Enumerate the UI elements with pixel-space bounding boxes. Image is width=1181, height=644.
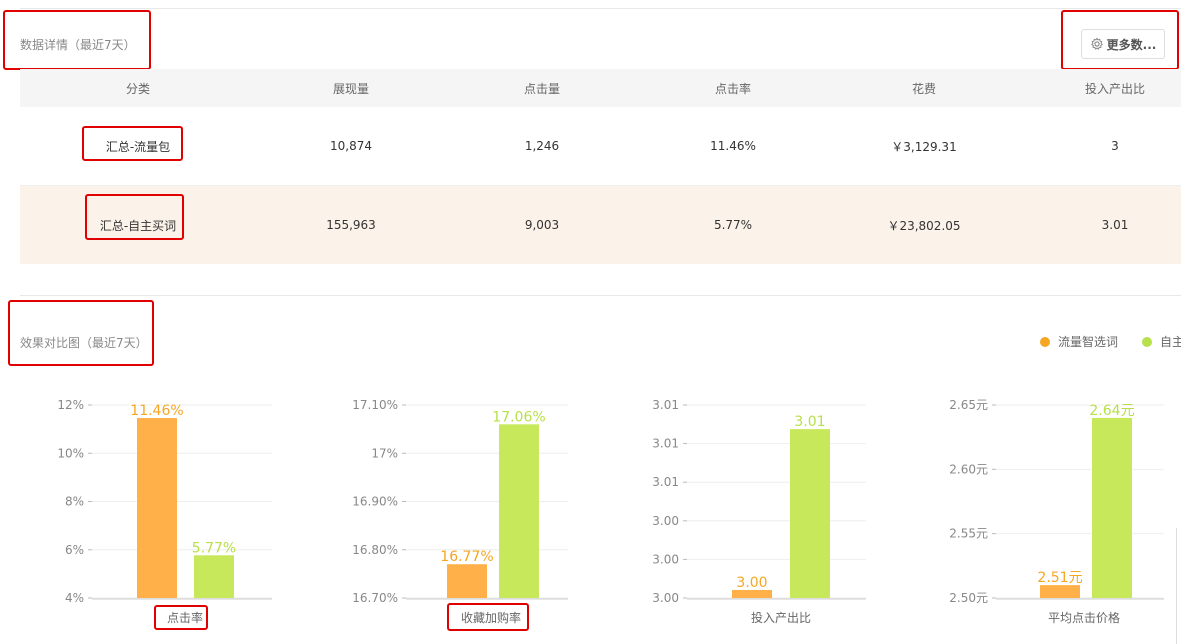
chart-data-label-orange: 3.00 xyxy=(736,575,767,591)
chart-y-tick-label: 16.70% xyxy=(352,591,398,605)
chart-bar-orange xyxy=(137,418,177,598)
chart-y-tick-label: 4% xyxy=(65,591,84,605)
chart-x-label: 投入产出比 xyxy=(751,610,811,625)
chart-bar-green xyxy=(790,429,830,598)
chart-data-label-green: 5.77% xyxy=(192,540,236,556)
chart-y-tick-label: 3.00 xyxy=(652,514,679,528)
chart-y-tick-label: 12% xyxy=(57,398,84,412)
chart-y-tick-label: 17.10% xyxy=(352,398,398,412)
chart-y-tick-label: 2.55元 xyxy=(949,527,988,541)
chart-y-tick-label: 3.01 xyxy=(652,437,679,451)
chart-y-tick-label: 10% xyxy=(57,446,84,460)
chart-y-tick-label: 16.90% xyxy=(352,495,398,509)
chart-bar-green xyxy=(1092,417,1132,598)
chart-x-label: 收藏加购率 xyxy=(461,610,521,625)
right-edge-panel xyxy=(1176,528,1181,644)
chart-y-tick-label: 17% xyxy=(371,446,398,460)
chart-data-label-green: 17.06% xyxy=(492,409,545,425)
chart-data-label-green: 2.64元 xyxy=(1089,403,1134,419)
chart-bar-green xyxy=(499,424,539,598)
chart-y-tick-label: 2.60元 xyxy=(949,462,988,476)
chart-bar-orange xyxy=(1040,585,1080,598)
chart-y-tick-label: 3.01 xyxy=(652,475,679,489)
chart-y-tick-label: 3.01 xyxy=(652,398,679,412)
chart-bar-green xyxy=(194,555,234,598)
chart-data-label-orange: 16.77% xyxy=(440,549,493,565)
chart-bar-orange xyxy=(447,564,487,598)
chart-y-tick-label: 2.65元 xyxy=(949,398,988,412)
chart-y-tick-label: 6% xyxy=(65,543,84,557)
chart-y-tick-label: 3.00 xyxy=(652,552,679,566)
chart-y-tick-label: 2.50元 xyxy=(949,591,988,605)
chart-y-tick-label: 3.00 xyxy=(652,591,679,605)
chart-bar-orange xyxy=(732,589,772,598)
chart-y-tick-label: 16.80% xyxy=(352,543,398,557)
chart-data-label-orange: 2.51元 xyxy=(1037,570,1082,586)
chart-x-label: 平均点击价格 xyxy=(1048,610,1120,625)
chart-x-label: 点击率 xyxy=(167,610,203,625)
chart-y-tick-label: 8% xyxy=(65,495,84,509)
chart-data-label-orange: 11.46% xyxy=(130,403,183,419)
effect-comparison-charts: 4% 6% 8% 10% 12% 11.46% 5.77% 点击率 16.70% 16.80% 16… xyxy=(57,398,1164,625)
chart-data-label-green: 3.01 xyxy=(794,414,825,430)
